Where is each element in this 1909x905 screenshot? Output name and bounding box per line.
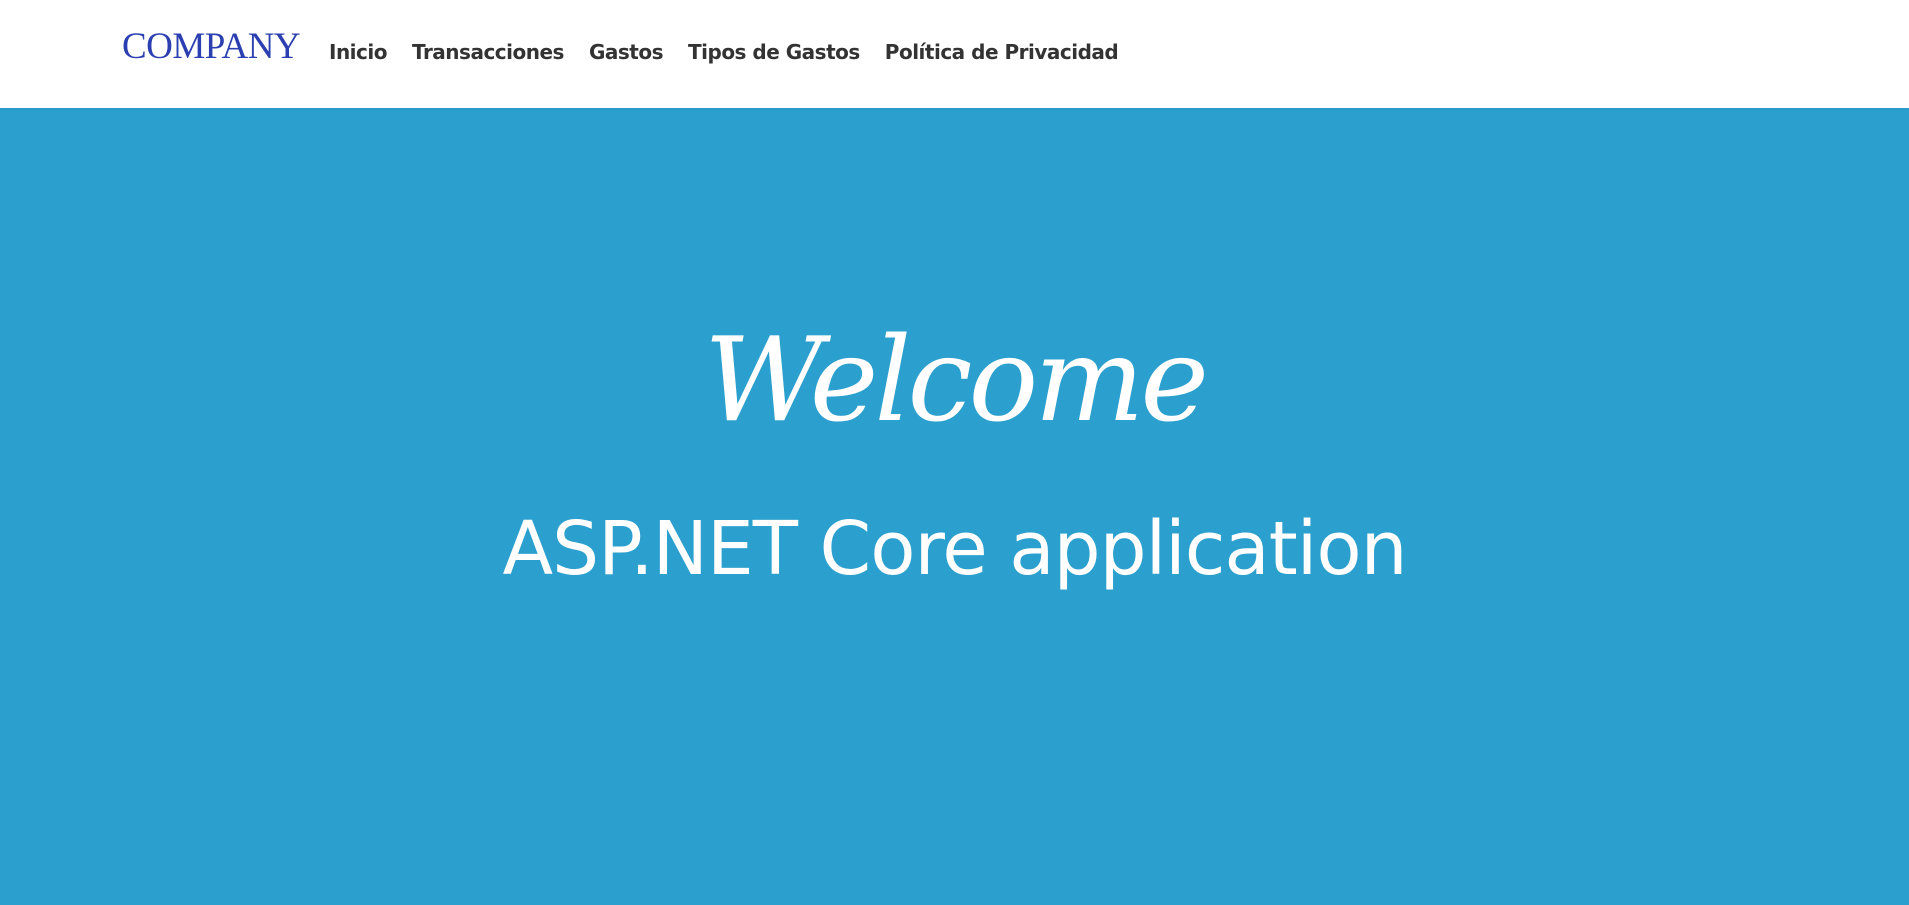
nav-link-politica-de-privacidad[interactable]: Política de Privacidad [885, 40, 1119, 64]
nav-item: Tipos de Gastos [688, 38, 860, 66]
nav-item: Transacciones [412, 38, 564, 66]
nav-item: Gastos [589, 38, 664, 66]
nav-item: Inicio [329, 38, 388, 66]
hero-title: Welcome [704, 313, 1209, 448]
nav-link-tipos-de-gastos[interactable]: Tipos de Gastos [688, 40, 860, 64]
nav-link-inicio[interactable]: Inicio [329, 40, 388, 64]
nav-item: Política de Privacidad [885, 38, 1119, 66]
hero-banner: Welcome ASP.NET Core application [0, 108, 1909, 905]
brand-logo[interactable]: COMPANY [122, 26, 301, 68]
hero-subtitle: ASP.NET Core application [502, 506, 1407, 592]
nav-link-gastos[interactable]: Gastos [589, 40, 664, 64]
nav-link-transacciones[interactable]: Transacciones [412, 40, 564, 64]
top-navbar: COMPANY Inicio Transacciones Gastos Tipo… [0, 0, 1909, 108]
main-nav: Inicio Transacciones Gastos Tipos de Gas… [329, 38, 1119, 66]
